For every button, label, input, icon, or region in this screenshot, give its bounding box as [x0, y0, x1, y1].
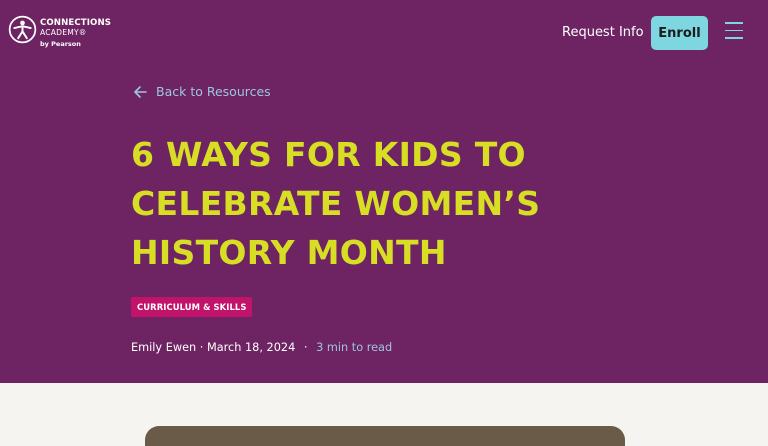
article-title: 6 Ways for Kids to Celebrate Women’s His… [131, 135, 541, 272]
article-hero: CONNECTIONS ACADEMY® by Pearson Request … [0, 0, 768, 383]
request-info-link[interactable]: Request Info [562, 24, 644, 41]
logo-wordmark: CONNECTIONS ACADEMY® by Pearson [40, 19, 111, 48]
hamburger-icon[interactable] [725, 22, 743, 42]
logo-line-academy: ACADEMY® [40, 27, 87, 37]
category-tag[interactable]: CURRICULUM & SKILLS [131, 297, 253, 317]
read-time: 3 min to read [316, 341, 393, 354]
article-hero-image [145, 426, 625, 446]
arrow-left-icon [134, 85, 147, 98]
enroll-button[interactable]: Enroll [651, 16, 708, 50]
connections-academy-logo-icon [8, 15, 37, 44]
author-name: Emily Ewen [131, 341, 197, 354]
publish-date: March 18, 2024 [206, 341, 296, 354]
logo-line-connections: CONNECTIONS [40, 18, 112, 28]
back-link-label: Back to Resources [156, 84, 271, 99]
logo-line-pearson: by Pearson [40, 40, 81, 49]
back-to-resources-link[interactable]: Back to Resources [133, 84, 271, 99]
meta-separator: · [303, 341, 308, 354]
meta-separator: · [199, 341, 204, 354]
article-meta: Emily Ewen · March 18, 2024 · 3 min to r… [131, 341, 392, 354]
site-logo[interactable]: CONNECTIONS ACADEMY® by Pearson [8, 15, 111, 48]
